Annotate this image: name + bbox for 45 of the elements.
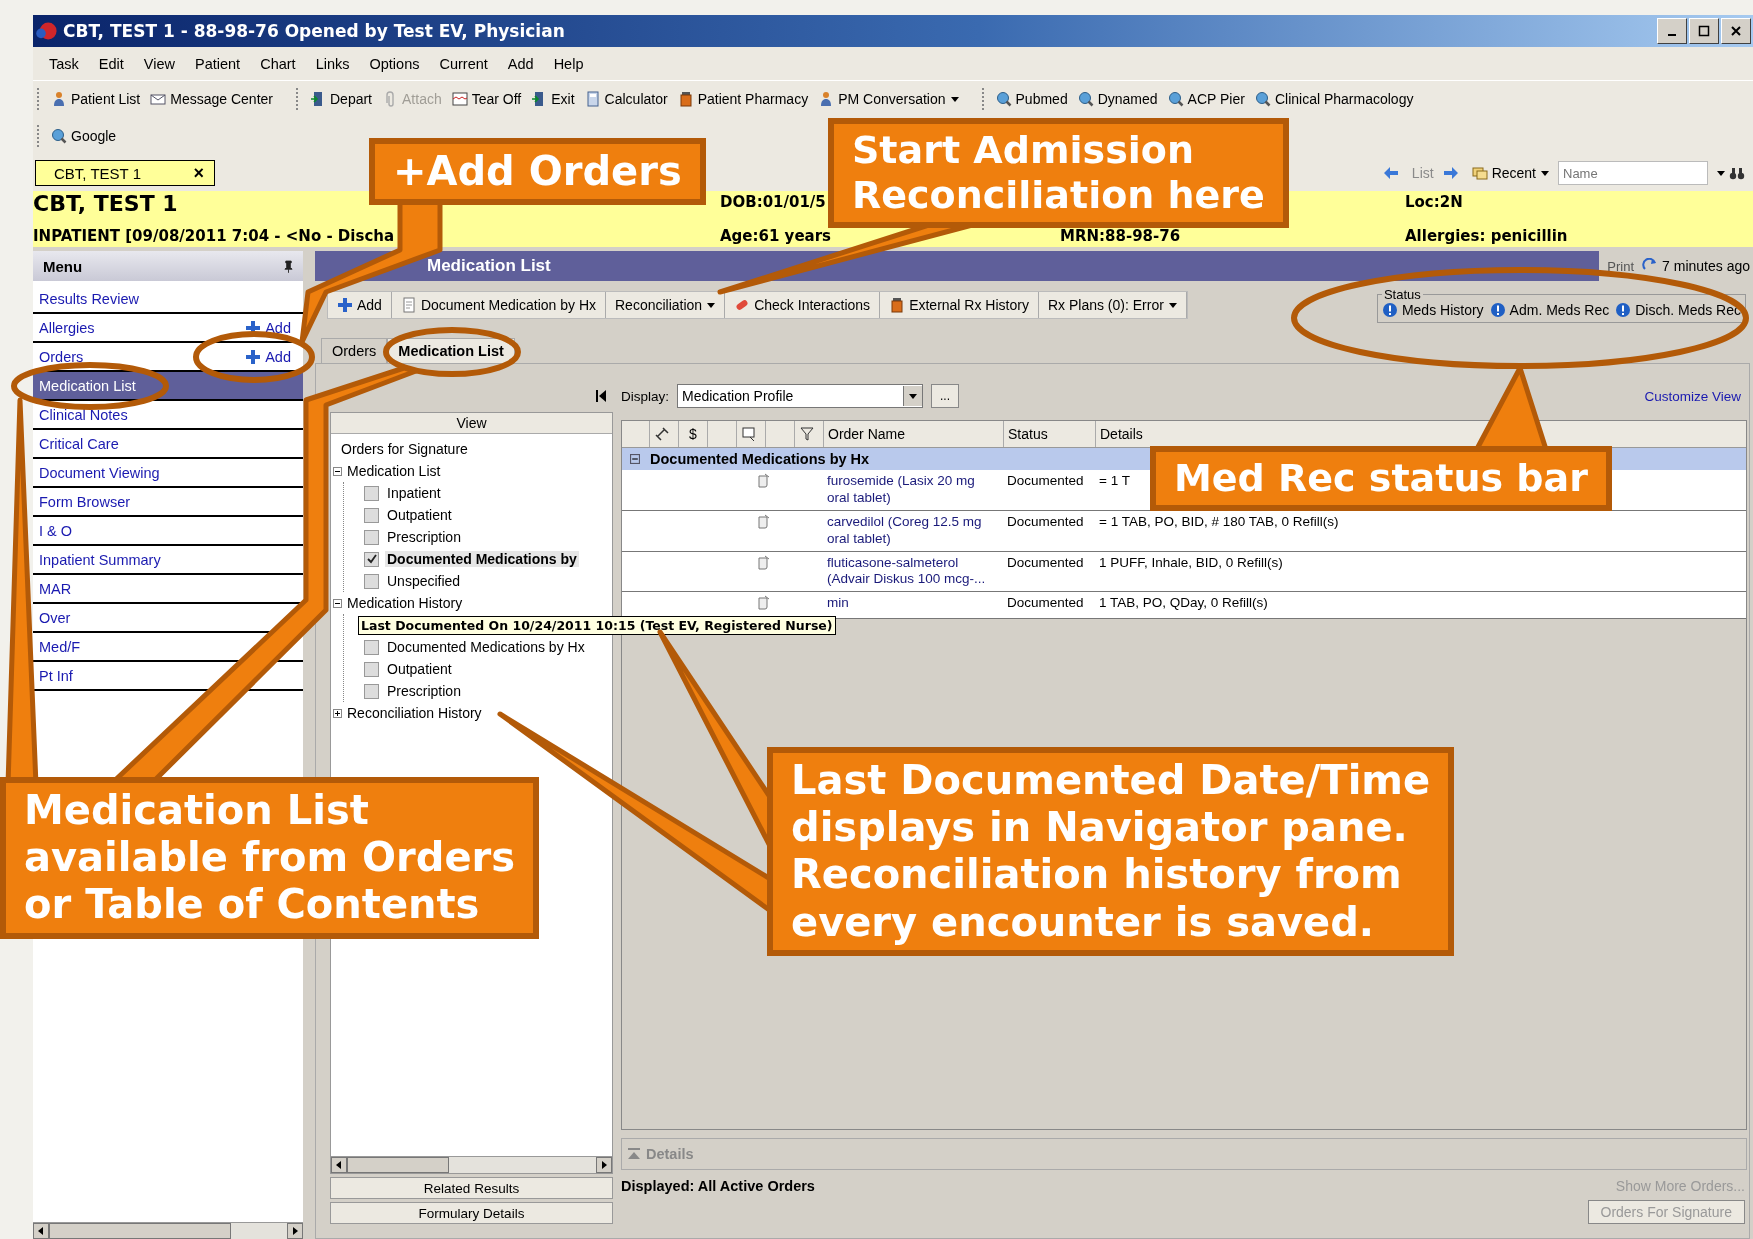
callout-box: Medication List available from Orders or Table of Contents bbox=[0, 777, 540, 939]
table-cell: 1 PUFF, Inhale, BID, 0 Refill(s) bbox=[1099, 554, 1283, 570]
menu-panel-label: Clinical Notes bbox=[39, 406, 128, 423]
menu-panel-label: Med/F bbox=[39, 638, 81, 655]
table-cell-text: Documented bbox=[1006, 512, 1085, 531]
allergies: Allergies: penicillin bbox=[1405, 227, 1568, 245]
menu-panel-label: Form Browser bbox=[39, 493, 131, 510]
column-header: $ bbox=[679, 421, 708, 447]
menu-panel-label: Document Viewing bbox=[39, 464, 160, 481]
menu-panel-label: Medication List bbox=[39, 377, 136, 394]
window-title: CBT, TEST 1 - 88-98-76 Opened by Test EV, Physician bbox=[63, 21, 565, 41]
menu-panel-label: Orders bbox=[39, 348, 84, 365]
displayed-filter: Displayed: All Active Orders bbox=[621, 1178, 815, 1196]
column-header: Details bbox=[1099, 425, 1144, 444]
table-cell: = 1 TAB, PO, BID, # 180 TAB, 0 Refill(s) bbox=[1099, 513, 1339, 529]
details-label: Details bbox=[646, 1146, 694, 1162]
menu-panel-label: Results Review bbox=[39, 290, 139, 307]
patient-tab-label: CBT, TEST 1 bbox=[54, 164, 141, 182]
menu-title: Menu bbox=[43, 257, 83, 275]
table-cell: 1 TAB, PO, QDay, 0 Refill(s) bbox=[1099, 595, 1268, 611]
mrn: MRN:88-98-76 bbox=[1060, 227, 1182, 245]
column-header: Status bbox=[1004, 421, 1096, 447]
tooltip: Last Documented On 10/24/2011 10:15 (Test EV, Registered Nurse) bbox=[358, 615, 836, 635]
menu-panel-label: I & O bbox=[39, 522, 73, 539]
menu-panel-label: MAR bbox=[39, 580, 72, 597]
callout-box: +Add Orders bbox=[369, 138, 706, 206]
location: Loc:2N bbox=[1405, 193, 1464, 211]
menu-panel-label: Critical Care bbox=[39, 435, 119, 452]
menu-panel-label: Over bbox=[39, 609, 71, 626]
display-label: Display: bbox=[621, 388, 669, 404]
encounter-info: INPATIENT [09/08/2011 7:04 - <No - Discha bbox=[33, 227, 396, 245]
page-title: Medication List bbox=[427, 256, 551, 276]
column-header: View bbox=[331, 413, 612, 434]
table-cell-text: Documented bbox=[1006, 594, 1085, 613]
menu-panel-label: Pt Inf bbox=[39, 667, 73, 684]
status-legend: Status bbox=[1381, 287, 1423, 302]
table-cell: = 1 T bbox=[1099, 473, 1130, 488]
column-header: Order Name bbox=[824, 421, 1004, 447]
menu-panel-label: Allergies bbox=[39, 319, 95, 336]
patient-name: CBT, TEST 1 bbox=[33, 193, 179, 215]
menu-panel-label: Inpatient Summary bbox=[39, 551, 161, 568]
table-cell-text: Documented bbox=[1006, 553, 1085, 572]
group-label: Documented Medications by Hx bbox=[650, 451, 870, 467]
table-cell-text: Documented bbox=[1006, 472, 1085, 490]
patient-age: Age:61 years bbox=[720, 227, 832, 245]
